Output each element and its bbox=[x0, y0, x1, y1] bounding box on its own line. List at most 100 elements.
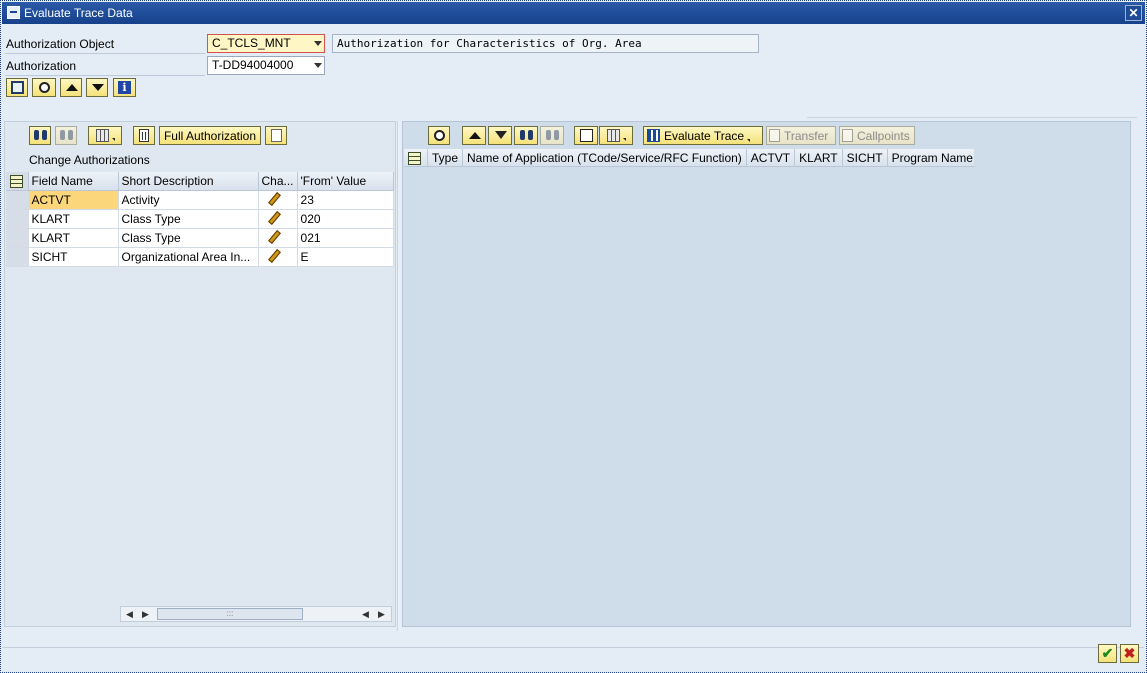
from-value-cell[interactable]: E bbox=[297, 247, 395, 267]
change-cell[interactable] bbox=[258, 247, 298, 267]
pencil-icon[interactable] bbox=[268, 250, 279, 261]
chevron-down-icon[interactable] bbox=[314, 63, 322, 68]
find-next-button[interactable] bbox=[540, 126, 564, 145]
short-description-cell[interactable]: Activity bbox=[118, 190, 259, 210]
insert-button[interactable] bbox=[265, 126, 287, 145]
column-header[interactable]: SICHT bbox=[843, 149, 888, 166]
table-row[interactable]: SICHT Organizational Area In... E bbox=[6, 247, 395, 267]
layout-button[interactable] bbox=[599, 126, 633, 145]
column-header[interactable]: Cha... bbox=[258, 172, 298, 191]
delete-button[interactable] bbox=[133, 126, 155, 145]
footer-separator bbox=[3, 647, 1144, 648]
auth-object-value: C_TCLS_MNT bbox=[212, 36, 291, 50]
transfer-button[interactable]: Transfer bbox=[766, 126, 836, 145]
layout-button[interactable] bbox=[88, 126, 122, 145]
column-header[interactable]: KLART bbox=[795, 149, 843, 166]
find-button[interactable] bbox=[29, 126, 51, 145]
field-name-cell[interactable]: KLART bbox=[28, 228, 119, 248]
pencil-icon[interactable] bbox=[268, 212, 279, 223]
column-header[interactable]: ACTVT bbox=[747, 149, 796, 166]
print-button[interactable] bbox=[574, 126, 598, 145]
scroll-left-icon[interactable]: ◀ bbox=[359, 608, 372, 621]
caret-icon bbox=[622, 138, 626, 141]
scroll-right-icon[interactable]: ▶ bbox=[139, 608, 152, 621]
find-next-button[interactable] bbox=[55, 126, 77, 145]
scroll-left-icon[interactable]: ◀ bbox=[123, 608, 136, 621]
window-icon bbox=[7, 6, 20, 19]
from-value-cell[interactable]: 020 bbox=[297, 209, 395, 229]
callpoints-label: Callpoints bbox=[857, 128, 910, 143]
sort-ascending-icon bbox=[468, 129, 481, 142]
authorization-value: T-DD94004000 bbox=[212, 58, 294, 72]
pencil-icon[interactable] bbox=[268, 193, 279, 204]
table-row[interactable]: KLART Class Type 020 bbox=[6, 209, 395, 229]
details-button[interactable] bbox=[32, 78, 56, 97]
filter-button[interactable] bbox=[488, 126, 512, 145]
auth-object-dropdown[interactable]: C_TCLS_MNT bbox=[207, 34, 325, 53]
confirm-button[interactable]: ✔ bbox=[1098, 644, 1117, 663]
trash-icon bbox=[139, 129, 149, 142]
find-button[interactable] bbox=[514, 126, 538, 145]
row-selector[interactable] bbox=[6, 190, 29, 210]
full-authorization-button[interactable]: Full Authorization bbox=[159, 126, 261, 145]
column-header[interactable]: 'From' Value bbox=[297, 172, 395, 191]
callpoints-icon bbox=[842, 129, 853, 142]
short-description-cell[interactable]: Organizational Area In... bbox=[118, 247, 259, 267]
column-header[interactable]: Program Name bbox=[888, 149, 974, 166]
change-cell[interactable] bbox=[258, 209, 298, 229]
authorizations-table: Field Name Short Description Cha... 'Fro… bbox=[6, 172, 395, 267]
column-selector[interactable] bbox=[6, 172, 29, 191]
transfer-label: Transfer bbox=[784, 128, 829, 143]
from-value-cell[interactable]: 23 bbox=[297, 190, 395, 210]
refresh-icon bbox=[10, 81, 24, 94]
close-button[interactable]: ✕ bbox=[1125, 5, 1142, 21]
short-description-cell[interactable]: Class Type bbox=[118, 209, 259, 229]
column-header[interactable]: Short Description bbox=[118, 172, 259, 191]
cancel-button[interactable]: ✖ bbox=[1120, 644, 1139, 663]
grid-layout-icon bbox=[95, 129, 109, 142]
evaluate-trace-button[interactable]: Evaluate Trace bbox=[643, 126, 763, 145]
from-value-cell[interactable]: 021 bbox=[297, 228, 395, 248]
magnifier-icon bbox=[433, 130, 445, 141]
short-description-cell[interactable]: Class Type bbox=[118, 228, 259, 248]
previous-button[interactable] bbox=[60, 78, 82, 97]
transfer-icon bbox=[769, 129, 780, 142]
field-name-cell[interactable]: SICHT bbox=[28, 247, 119, 267]
pencil-icon[interactable] bbox=[268, 231, 279, 242]
info-button[interactable]: i bbox=[113, 78, 136, 97]
sort-button[interactable] bbox=[462, 126, 486, 145]
scroll-thumb[interactable]: ::: bbox=[157, 608, 303, 620]
auth-object-description: Authorization for Characteristics of Org… bbox=[332, 34, 759, 53]
info-icon: i bbox=[118, 81, 131, 94]
refresh-button[interactable] bbox=[6, 78, 28, 97]
right-panel bbox=[402, 121, 1131, 627]
title-bar: Evaluate Trace Data ✕ bbox=[2, 2, 1145, 24]
table-row[interactable]: KLART Class Type 021 bbox=[6, 228, 395, 248]
field-name-cell[interactable]: ACTVT bbox=[28, 190, 119, 210]
horizontal-scrollbar[interactable]: ◀ ▶ ::: ◀ ▶ bbox=[120, 606, 392, 622]
row-selector[interactable] bbox=[6, 228, 29, 248]
authorization-dropdown[interactable]: T-DD94004000 bbox=[207, 56, 325, 75]
arrow-up-icon bbox=[65, 81, 78, 94]
section-title: Change Authorizations bbox=[29, 153, 150, 167]
column-header[interactable]: Type bbox=[428, 149, 464, 166]
next-button[interactable] bbox=[86, 78, 108, 97]
chevron-down-icon[interactable] bbox=[314, 41, 322, 46]
checkmark-icon: ✔ bbox=[1101, 645, 1114, 661]
display-button[interactable] bbox=[428, 126, 450, 145]
table-row[interactable]: ACTVT Activity 23 bbox=[6, 190, 395, 210]
column-header[interactable]: Field Name bbox=[28, 172, 119, 191]
row-selector[interactable] bbox=[6, 247, 29, 267]
change-cell[interactable] bbox=[258, 228, 298, 248]
caret-icon bbox=[111, 138, 115, 141]
column-header[interactable]: Name of Application (TCode/Service/RFC F… bbox=[463, 149, 747, 166]
callpoints-button[interactable]: Callpoints bbox=[839, 126, 915, 145]
row-selector[interactable] bbox=[6, 209, 29, 229]
printer-icon bbox=[579, 129, 593, 142]
authorization-label: Authorization bbox=[6, 59, 77, 73]
field-name-cell[interactable]: KLART bbox=[28, 209, 119, 229]
column-selector[interactable] bbox=[404, 149, 428, 166]
change-cell[interactable] bbox=[258, 190, 298, 210]
scroll-right-icon[interactable]: ▶ bbox=[375, 608, 388, 621]
panel-splitter[interactable] bbox=[397, 121, 401, 631]
